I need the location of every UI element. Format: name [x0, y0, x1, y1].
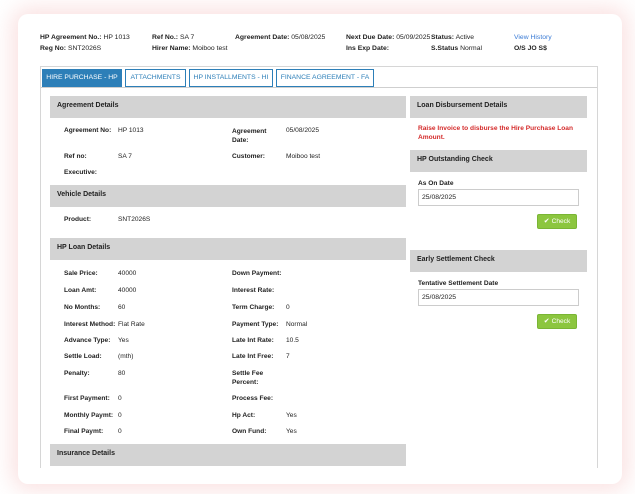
ref-no-value: SA 7: [118, 153, 132, 160]
no-months-value: 60: [118, 304, 126, 311]
sale-price-value: 40000: [118, 270, 137, 277]
section-loan-disbursement: Loan Disbursement Details: [410, 96, 587, 118]
header-os-jo: O/S JO S$: [514, 45, 547, 52]
header-ref-no: Ref No.: SA 7: [152, 34, 195, 41]
settle-fee-label-line2: Percent:: [232, 379, 259, 386]
down-payment-label: Down Payment:: [232, 270, 282, 277]
process-fee-label: Process Fee:: [232, 395, 274, 402]
header-reg-no: Reg No: SNT2026S: [40, 45, 102, 52]
header-s-status: S.Status Normal: [431, 45, 482, 52]
agreement-no-value: HP 1013: [118, 127, 144, 134]
tab-divider: [41, 87, 597, 88]
executive-label: Executive:: [64, 169, 97, 176]
settle-load-label: Settle Load:: [64, 353, 102, 360]
monthly-paymt-label: Monthly Paymt:: [64, 412, 114, 419]
view-history-link[interactable]: View History: [514, 34, 552, 41]
penalty-label: Penalty:: [64, 370, 90, 377]
as-on-date-label: As On Date: [418, 180, 454, 187]
customer-label: Customer:: [232, 153, 265, 160]
hp-detail-panel: HIRE PURCHASE - HP ATTACHMENTS HP INSTAL…: [40, 66, 598, 468]
tentative-settlement-input[interactable]: 25/08/2025: [418, 289, 579, 306]
hp-act-value: Yes: [286, 412, 297, 419]
as-on-date-input[interactable]: 25/08/2025: [418, 189, 579, 206]
product-value: SNT2026S: [118, 216, 151, 223]
product-label: Product:: [64, 216, 92, 223]
advance-type-value: Yes: [118, 337, 129, 344]
tab-hp-installments[interactable]: HP INSTALLMENTS - HI: [189, 69, 273, 87]
interest-method-label: Interest Method:: [64, 321, 116, 328]
early-settlement-check-button[interactable]: ✔ Check: [537, 314, 577, 329]
late-int-free-label: Late Int Free:: [232, 353, 274, 360]
section-agreement-details: Agreement Details: [50, 96, 406, 118]
penalty-value: 80: [118, 370, 126, 377]
loan-amt-value: 40000: [118, 287, 137, 294]
agreement-no-label: Agreement No:: [64, 127, 112, 134]
settle-fee-label: Settle Fee: [232, 370, 264, 377]
tentative-settlement-label: Tentative Settlement Date: [418, 280, 499, 287]
outstanding-check-button[interactable]: ✔ Check: [537, 214, 577, 229]
agreement-date-value: 05/08/2025: [286, 127, 320, 134]
header-next-due: Next Due Date: 05/09/2025: [346, 34, 431, 41]
first-payment-label: First Payment:: [64, 395, 110, 402]
ref-no-label: Ref no:: [64, 153, 87, 160]
payment-type-value: Normal: [286, 321, 308, 328]
loan-amt-label: Loan Amt:: [64, 287, 97, 294]
section-vehicle-details: Vehicle Details: [50, 185, 406, 207]
monthly-paymt-value: 0: [118, 412, 122, 419]
section-hp-outstanding-check: HP Outstanding Check: [410, 150, 587, 172]
advance-type-label: Advance Type:: [64, 337, 111, 344]
customer-value: Moiboo test: [286, 153, 321, 160]
section-insurance-details: Insurance Details: [50, 444, 406, 466]
interest-method-value: Flat Rate: [118, 321, 145, 328]
own-fund-label: Own Fund:: [232, 428, 267, 435]
final-paymt-label: Final Paymt:: [64, 428, 104, 435]
payment-type-label: Payment Type:: [232, 321, 279, 328]
term-charge-label: Term Charge:: [232, 304, 275, 311]
tab-attachments[interactable]: ATTACHMENTS: [125, 69, 186, 87]
hp-agreement-card: HP Agreement No.: HP 1013 Ref No.: SA 7 …: [30, 24, 608, 468]
tab-finance-agreement[interactable]: FINANCE AGREEMENT - FA: [276, 69, 374, 87]
sale-price-label: Sale Price:: [64, 270, 98, 277]
section-hp-loan-details: HP Loan Details: [50, 238, 406, 260]
header-agreement-no: HP Agreement No.: HP 1013: [40, 34, 130, 41]
late-int-free-value: 7: [286, 353, 290, 360]
tab-hire-purchase[interactable]: HIRE PURCHASE - HP: [42, 69, 122, 87]
final-paymt-value: 0: [118, 428, 122, 435]
late-int-rate-value: 10.5: [286, 337, 299, 344]
header-hirer-name: Hirer Name: Moiboo test: [152, 45, 228, 52]
agreement-date-label: Agreement Date:: [232, 128, 267, 144]
disbursement-message: Raise Invoice to disburse the Hire Purch…: [418, 125, 574, 141]
no-months-label: No Months:: [64, 304, 101, 311]
term-charge-value: 0: [286, 304, 290, 311]
late-int-rate-label: Late Int Rate:: [232, 337, 274, 344]
interest-rate-label: Interest Rate:: [232, 287, 275, 294]
first-payment-value: 0: [118, 395, 122, 402]
header-agreement-date: Agreement Date: 05/08/2025: [235, 34, 326, 41]
hp-act-label: Hp Act:: [232, 412, 256, 419]
check-icon: ✔: [543, 218, 550, 225]
own-fund-value: Yes: [286, 428, 297, 435]
section-early-settlement-check: Early Settlement Check: [410, 250, 587, 272]
settle-load-value: (mth): [118, 353, 134, 360]
header-status: Status: Active: [431, 34, 475, 41]
header-ins-exp: Ins Exp Date:: [346, 45, 390, 52]
check-icon: ✔: [543, 318, 550, 325]
